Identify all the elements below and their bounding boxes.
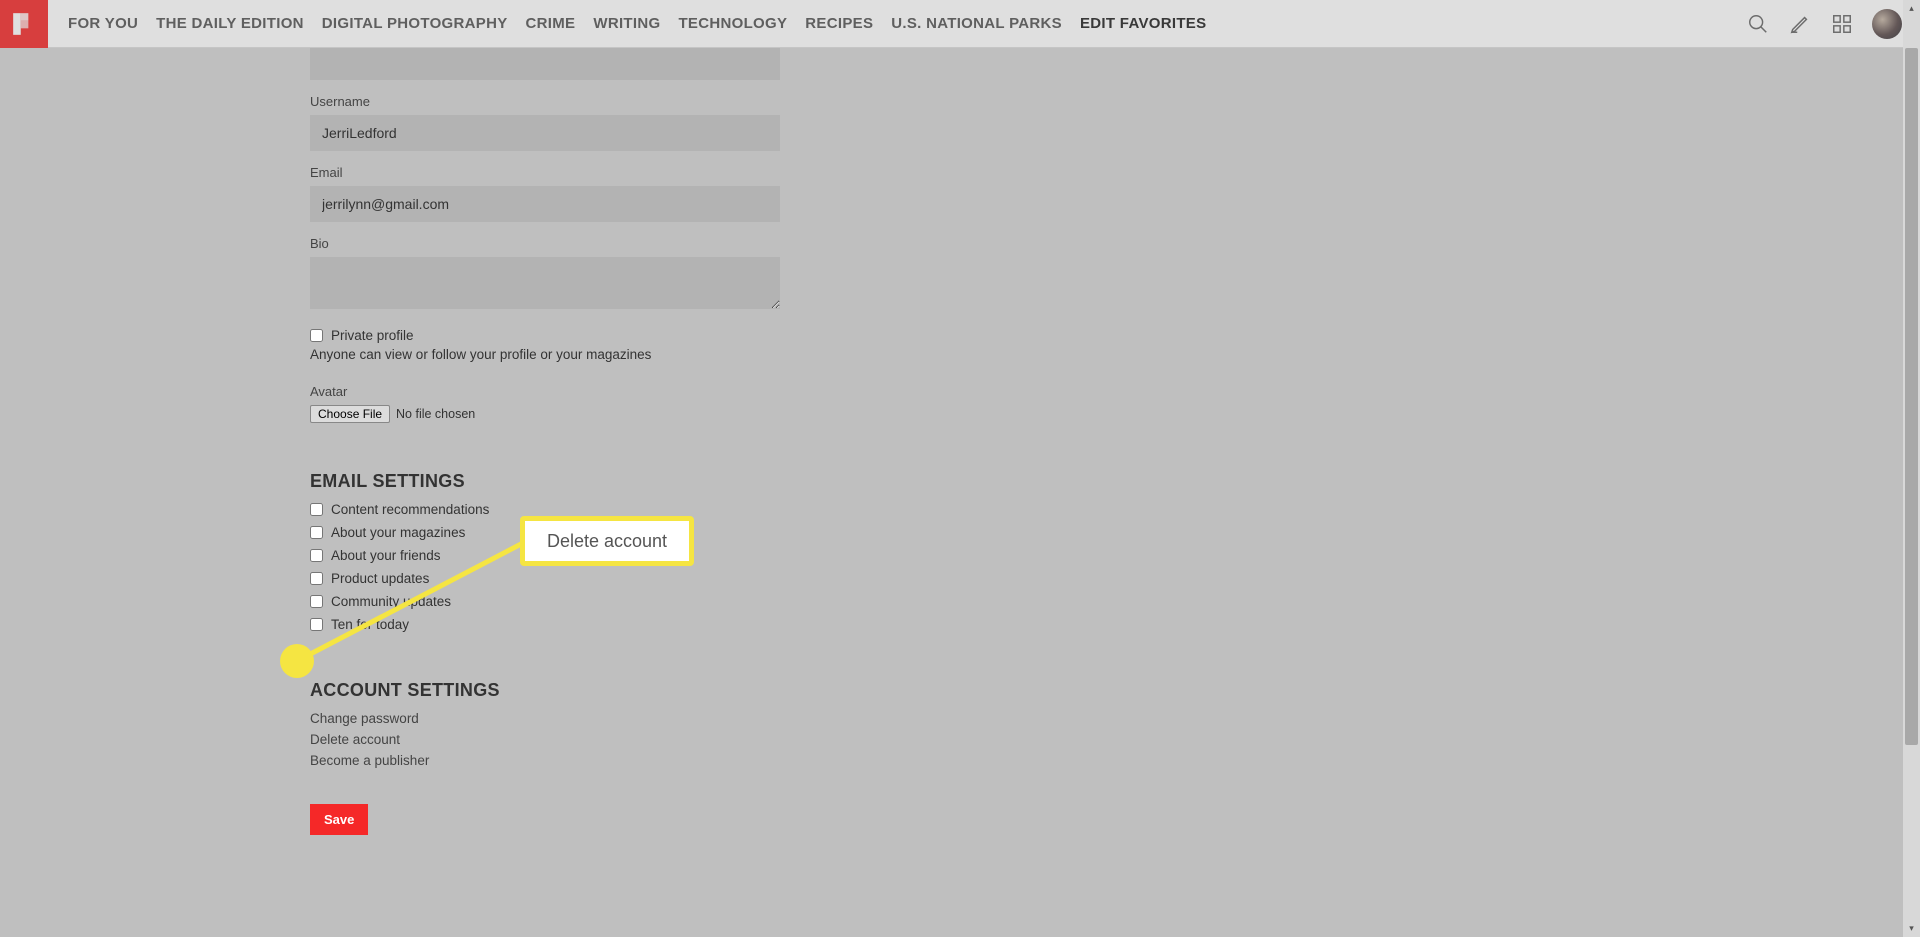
nav-edit-favorites[interactable]: EDIT FAVORITES [1080,15,1206,32]
page-body: Username Email Bio Private profile Anyon… [0,0,1920,937]
search-icon[interactable] [1746,12,1770,36]
label-community-updates: Community updates [331,594,451,609]
link-change-password[interactable]: Change password [310,711,780,726]
file-chosen-text: No file chosen [396,407,475,421]
private-profile-label: Private profile [331,328,414,343]
scrollbar-up-arrow[interactable]: ▴ [1903,0,1920,17]
email-label: Email [310,165,780,180]
label-content-recommendations: Content recommendations [331,502,489,517]
top-nav: FOR YOU THE DAILY EDITION DIGITAL PHOTOG… [0,0,1920,48]
nav-for-you[interactable]: FOR YOU [68,15,138,32]
scrollbar-thumb[interactable] [1905,48,1918,745]
flipboard-logo[interactable] [0,0,48,48]
nav-writing[interactable]: WRITING [593,15,660,32]
nav-national-parks[interactable]: U.S. NATIONAL PARKS [891,15,1062,32]
private-profile-checkbox[interactable] [310,329,323,342]
name-field[interactable] [310,44,780,80]
nav-technology[interactable]: TECHNOLOGY [678,15,787,32]
callout-text: Delete account [547,531,667,552]
private-profile-subtext: Anyone can view or follow your profile o… [310,347,780,362]
settings-form: Username Email Bio Private profile Anyon… [310,44,780,835]
label-about-friends: About your friends [331,548,441,563]
callout-highlight-dot [280,644,314,678]
grid-icon[interactable] [1830,12,1854,36]
checkbox-about-friends[interactable] [310,549,323,562]
email-settings-heading: EMAIL SETTINGS [310,471,780,492]
checkbox-content-recommendations[interactable] [310,503,323,516]
choose-file-button[interactable]: Choose File [310,405,390,423]
bio-field[interactable] [310,257,780,309]
link-become-publisher[interactable]: Become a publisher [310,753,780,768]
edit-icon[interactable] [1788,12,1812,36]
nav-right [1746,9,1902,39]
account-settings-heading: ACCOUNT SETTINGS [310,680,780,701]
save-button[interactable]: Save [310,804,368,835]
checkbox-community-updates[interactable] [310,595,323,608]
checkbox-ten-for-today[interactable] [310,618,323,631]
link-delete-account[interactable]: Delete account [310,732,780,747]
account-settings-list: Change password Delete account Become a … [310,711,780,768]
label-ten-for-today: Ten for today [331,617,409,632]
username-label: Username [310,94,780,109]
scrollbar-down-arrow[interactable]: ▾ [1903,920,1920,937]
bio-label: Bio [310,236,780,251]
nav-crime[interactable]: CRIME [526,15,576,32]
nav-recipes[interactable]: RECIPES [805,15,873,32]
checkbox-product-updates[interactable] [310,572,323,585]
label-about-magazines: About your magazines [331,525,465,540]
username-field[interactable] [310,115,780,151]
user-avatar[interactable] [1872,9,1902,39]
nav-items: FOR YOU THE DAILY EDITION DIGITAL PHOTOG… [68,15,1746,32]
flipboard-logo-icon [11,11,37,37]
checkbox-about-magazines[interactable] [310,526,323,539]
email-field[interactable] [310,186,780,222]
callout-box: Delete account [520,516,694,566]
nav-daily-edition[interactable]: THE DAILY EDITION [156,15,304,32]
scrollbar[interactable]: ▴ ▾ [1903,0,1920,937]
avatar-label: Avatar [310,384,780,399]
label-product-updates: Product updates [331,571,429,586]
nav-digital-photography[interactable]: DIGITAL PHOTOGRAPHY [322,15,508,32]
